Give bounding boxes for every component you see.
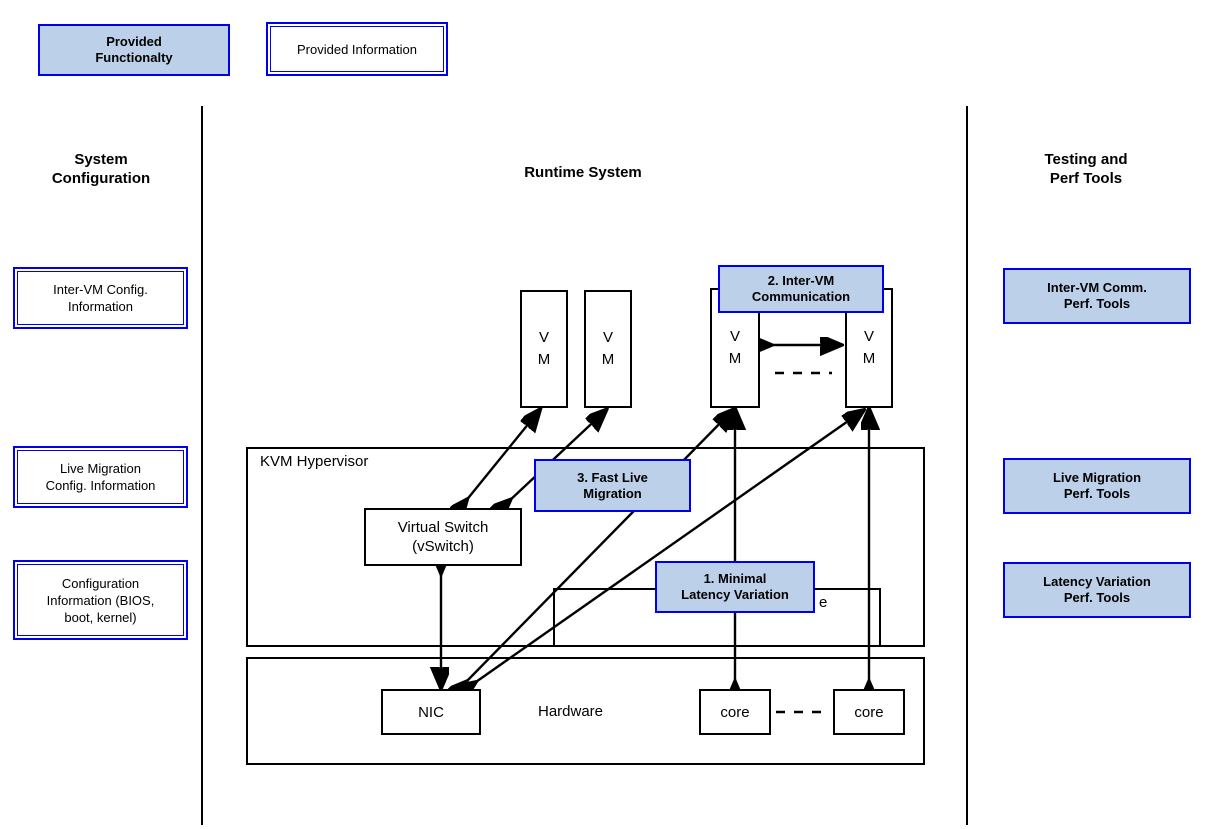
right-item-1-line1: Live Migration — [1052, 470, 1142, 485]
kvm-hypervisor-label: KVM Hypervisor — [260, 453, 369, 470]
right-item-0-line1: Inter-VM Comm. — [1047, 280, 1147, 295]
vm-1-line1: V — [538, 329, 549, 346]
right-column-title: Testing and Perf Tools — [986, 150, 1186, 188]
left-item-0-line2: Information — [67, 299, 134, 314]
left-column-title: System Configuration — [10, 150, 192, 188]
center-column-title: Runtime System — [524, 164, 642, 181]
vm-box-1: V M — [520, 290, 568, 408]
left-item-live-migration-config: Live Migration Config. Information — [13, 446, 188, 508]
diagram-canvas: Provided Functionalty Provided Informati… — [0, 0, 1206, 829]
right-item-2-line2: Perf. Tools — [1063, 590, 1131, 605]
hardware-label: Hardware — [538, 703, 604, 720]
vm-4-line2: M — [862, 350, 876, 367]
callout-3-line2: Migration — [583, 485, 642, 501]
vm-box-2: V M — [584, 290, 632, 408]
legend-functionality-line2: Functionalty — [95, 50, 173, 65]
right-item-0-line2: Perf. Tools — [1063, 296, 1131, 311]
callout-1-line1: 1. Minimal — [703, 571, 767, 586]
right-item-live-migration-tools: Live Migration Perf. Tools — [1003, 458, 1191, 514]
right-item-inter-vm-comm-tools: Inter-VM Comm. Perf. Tools — [1003, 268, 1191, 324]
right-item-latency-variation-tools: Latency Variation Perf. Tools — [1003, 562, 1191, 618]
core-box-2: core — [833, 689, 905, 735]
virtual-switch-box: Virtual Switch (vSwitch) — [364, 508, 522, 566]
legend-functionality-line1: Provided — [106, 34, 162, 49]
callout-3-line1: 3. Fast Live — [577, 469, 648, 485]
vm-3-line1: V — [729, 328, 740, 345]
right-item-1-line2: Perf. Tools — [1063, 486, 1131, 501]
hypervisor-module-label: e — [819, 594, 828, 611]
left-item-1-line2: Config. Information — [45, 478, 156, 493]
vswitch-line2: (vSwitch) — [412, 538, 474, 555]
vm-2-line1: V — [602, 329, 613, 346]
nic-box: NIC — [381, 689, 481, 735]
callout-minimal-latency-variation: 1. Minimal Latency Variation — [655, 561, 815, 613]
left-item-2-line2: Information (BIOS, — [46, 592, 155, 608]
legend-provided-information: Provided Information — [266, 22, 448, 76]
callout-2-line1: 2. Inter-VM — [767, 273, 835, 288]
left-item-inter-vm-config: Inter-VM Config. Information — [13, 267, 188, 329]
callout-1-line2: Latency Variation — [681, 587, 789, 602]
callout-inter-vm-communication: 2. Inter-VM Communication — [718, 265, 884, 313]
callout-2-line2: Communication — [751, 289, 851, 304]
vswitch-line1: Virtual Switch — [397, 519, 489, 536]
left-item-configuration-information: Configuration Information (BIOS, boot, k… — [13, 560, 188, 640]
legend-information-label: Provided Information — [270, 26, 444, 72]
vm-2-line2: M — [601, 351, 615, 368]
callout-fast-live-migration: 3. Fast Live Migration — [534, 459, 691, 512]
right-item-2-line1: Latency Variation — [1043, 574, 1151, 589]
left-item-1-line1: Live Migration — [60, 461, 141, 476]
right-title-line1: Testing and — [1044, 151, 1128, 168]
separator-left — [201, 106, 203, 825]
left-item-0-line1: Inter-VM Config. — [53, 282, 148, 297]
left-item-2-line1: Configuration — [61, 575, 140, 591]
legend-provided-functionality: Provided Functionalty — [38, 24, 230, 76]
right-title-line2: Perf Tools — [1049, 170, 1123, 187]
vm-1-line2: M — [537, 351, 551, 368]
vm-4-line1: V — [863, 328, 874, 345]
vm-3-line2: M — [728, 350, 742, 367]
left-title-line2: Configuration — [51, 170, 151, 187]
core-box-1: core — [699, 689, 771, 735]
separator-right — [966, 106, 968, 825]
left-item-2-line3: boot, kernel) — [64, 609, 137, 625]
left-title-line1: System — [74, 151, 128, 168]
